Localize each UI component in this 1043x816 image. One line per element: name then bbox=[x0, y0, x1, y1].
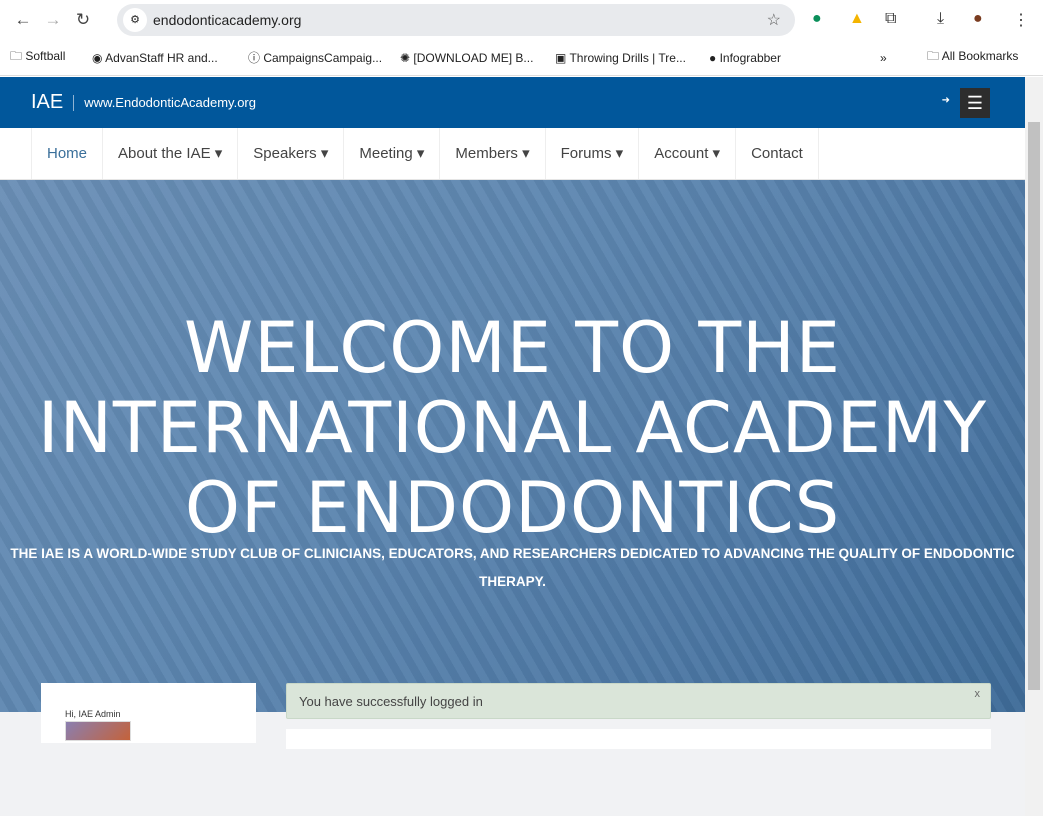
site-logo[interactable]: IAE bbox=[31, 91, 63, 114]
hero-title: WELCOME TO THE INTERNATIONAL ACADEMY OF … bbox=[37, 307, 988, 549]
nav-meeting[interactable]: Meeting ▾ bbox=[343, 128, 439, 179]
back-icon[interactable]: ← bbox=[8, 10, 38, 30]
bookmark-softball[interactable]: 🗀 Softball bbox=[10, 47, 65, 68]
bookmark-star-icon[interactable]: ☆ bbox=[767, 10, 781, 30]
nav-about[interactable]: About the IAE ▾ bbox=[102, 128, 237, 179]
download-icon[interactable]: ⤓ bbox=[937, 10, 944, 28]
nav-members[interactable]: Members ▾ bbox=[439, 128, 544, 179]
content-panel bbox=[286, 729, 991, 749]
all-bookmarks[interactable]: 🗀 All Bookmarks bbox=[927, 47, 1018, 68]
site-domain: www.EndodonticAcademy.org bbox=[84, 95, 256, 110]
logout-icon[interactable]: ➜ bbox=[942, 95, 950, 106]
url-text: endodonticacademy.org bbox=[153, 12, 302, 28]
nav-account[interactable]: Account ▾ bbox=[638, 128, 735, 179]
hero-banner: WELCOME TO THE INTERNATIONAL ACADEMY OF … bbox=[0, 180, 1025, 712]
bookmark-advanstaff[interactable]: ◉ AdvanStaff HR and... bbox=[92, 51, 218, 65]
user-avatar[interactable] bbox=[65, 721, 131, 741]
grammarly-icon[interactable]: ● bbox=[812, 10, 822, 28]
user-sidebar: Hi, IAE Admin bbox=[41, 683, 256, 743]
login-success-alert: You have successfully logged in x bbox=[286, 683, 991, 719]
bookmark-infograbber[interactable]: ● Infograbber bbox=[709, 51, 781, 65]
scrollbar[interactable] bbox=[1025, 77, 1043, 816]
bookmark-campaigns[interactable]: ⓘ CampaignsCampaig... bbox=[248, 49, 382, 66]
bookmark-throwing-drills[interactable]: ▣ Throwing Drills | Tre... bbox=[555, 51, 686, 65]
site-settings-icon[interactable]: ⚙ bbox=[123, 8, 147, 32]
nav-contact[interactable]: Contact bbox=[735, 128, 819, 179]
main-nav: Home About the IAE ▾ Speakers ▾ Meeting … bbox=[0, 128, 1025, 180]
hamburger-menu-icon[interactable]: ☰ bbox=[960, 88, 990, 118]
nav-speakers[interactable]: Speakers ▾ bbox=[237, 128, 343, 179]
bookmarks-bar: 🗀 Softball ◉ AdvanStaff HR and... ⓘ Camp… bbox=[0, 40, 1043, 76]
divider bbox=[73, 94, 75, 111]
hero-subtitle: THE IAE IS A WORLD-WIDE STUDY CLUB OF CL… bbox=[10, 546, 1015, 589]
extensions-icon[interactable]: ⧉ bbox=[885, 10, 896, 28]
bookmarks-overflow[interactable]: » bbox=[880, 51, 887, 65]
drive-icon[interactable]: ▲ bbox=[849, 10, 865, 28]
menu-kebab-icon[interactable]: ⋮ bbox=[1013, 10, 1029, 30]
bookmark-download[interactable]: ✺ [DOWNLOAD ME] B... bbox=[400, 51, 533, 65]
profile-avatar[interactable]: ● bbox=[973, 10, 983, 28]
nav-home[interactable]: Home bbox=[31, 128, 102, 179]
forward-icon[interactable]: → bbox=[38, 10, 68, 30]
greeting: Hi, IAE Admin bbox=[65, 709, 121, 719]
alert-text: You have successfully logged in bbox=[299, 694, 483, 709]
site-topbar: IAE www.EndodonticAcademy.org ➜ ☰ bbox=[0, 77, 1025, 128]
address-bar[interactable]: ⚙ endodonticacademy.org ☆ bbox=[117, 4, 795, 36]
close-icon[interactable]: x bbox=[975, 688, 981, 700]
reload-icon[interactable]: ↻ bbox=[68, 10, 98, 30]
nav-forums[interactable]: Forums ▾ bbox=[544, 128, 639, 179]
